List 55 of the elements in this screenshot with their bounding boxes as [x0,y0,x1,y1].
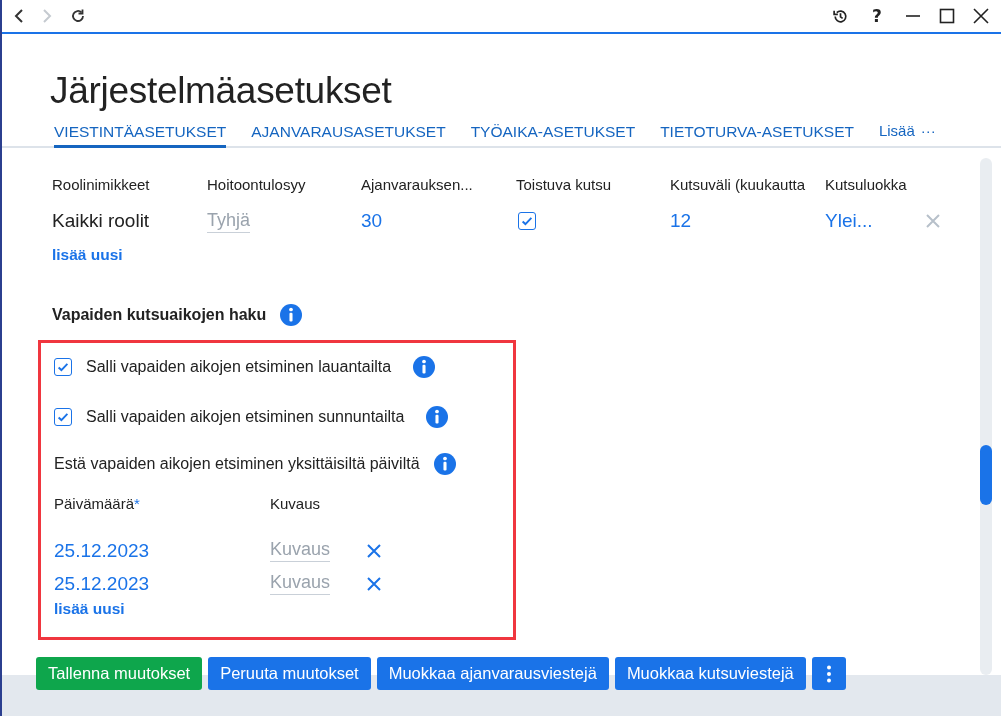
reason-field[interactable]: Tyhjä [207,209,251,233]
check-icon [56,360,70,374]
more-icon [826,664,831,683]
booking-value[interactable]: 30 [361,196,383,246]
column-header: Kutsuluokka [825,176,908,195]
column-header: Kutsuväli (kuukautta [670,176,807,195]
date-value[interactable]: 25.12.2023 [54,572,150,595]
check-icon [520,214,534,228]
back-icon[interactable] [14,8,24,24]
option-label: Salli vapaiden aikojen etsiminen sunnuntailta [86,408,405,426]
close-icon[interactable] [973,8,989,24]
checkbox[interactable] [54,358,72,376]
action-button[interactable]: Tallenna muutokset [36,657,203,690]
more-dots[interactable]: ··· [920,122,936,139]
history-icon[interactable] [832,7,849,25]
tab[interactable]: VIESTINTÄASETUKSET [54,123,227,148]
column-header: Kuvaus [270,495,322,512]
info-icon[interactable] [426,406,449,428]
option-label: Salli vapaiden aikojen etsiminen lauantailta [86,358,392,376]
class-value[interactable]: Ylei... [825,196,873,246]
column-header: Roolinimikkeet [52,176,151,195]
tab[interactable]: TIETOTURVA-ASETUKSET [660,123,854,148]
page-title: Järjestelmäasetukset [49,69,393,112]
description-field[interactable]: Kuvaus [270,539,331,562]
add-link[interactable]: lisää uusi [54,600,125,617]
remove-icon[interactable] [366,542,382,559]
info-icon[interactable] [280,304,303,326]
checkbox[interactable] [54,408,72,426]
info-icon[interactable] [413,356,436,378]
more-button[interactable] [811,657,846,690]
description-field[interactable]: Kuvaus [270,572,331,595]
action-button[interactable]: Muokkaa kutsuviestejä [614,657,806,690]
refresh-icon[interactable] [70,8,86,24]
interval-value[interactable]: 12 [670,196,692,246]
add-link[interactable]: lisää uusi [52,246,123,263]
more-tab[interactable]: Lisää [878,122,915,139]
tab[interactable]: AJANVARAUSASETUKSET [251,123,446,148]
role-name: Kaikki roolit [52,209,150,233]
column-header: Ajanvarauksen... [361,176,474,195]
tab[interactable]: TYÖAIKA-ASETUKSET [470,123,636,148]
block-heading: Estä vapaiden aikojen etsiminen yksittäisiltä päiviltä [54,455,420,473]
help-button[interactable]: ? [867,6,887,26]
action-button[interactable]: Muokkaa ajanvarausviestejä [376,657,609,690]
column-header: Päivämäärä* [54,495,141,512]
checkbox[interactable] [518,212,536,230]
column-header: Toistuva kutsu [516,176,613,195]
section-heading: Vapaiden kutsuaikojen haku [52,306,267,324]
action-button[interactable]: Peruuta muutokset [208,657,371,690]
date-value[interactable]: 25.12.2023 [54,539,150,562]
remove-icon[interactable] [366,575,382,592]
maximize-icon[interactable] [939,8,955,24]
info-icon[interactable] [433,453,456,475]
check-icon [56,410,70,424]
scrollbar[interactable] [980,158,992,675]
column-header: Hoitoontulosyy [207,176,307,195]
